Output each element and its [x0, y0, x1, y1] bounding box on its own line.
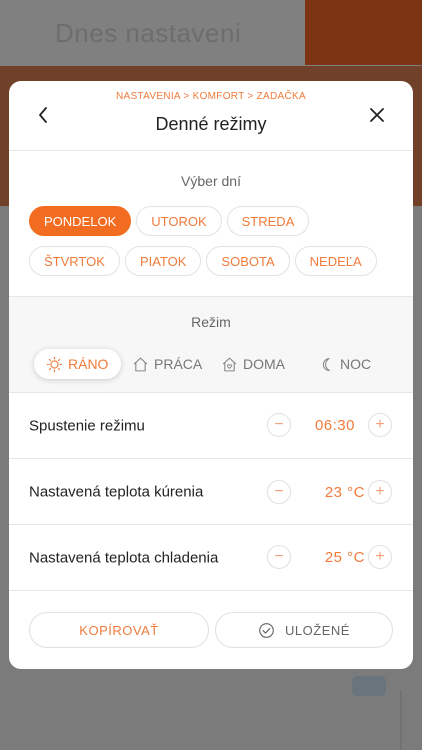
background-accent-block [305, 0, 422, 65]
heating-temperature-increment-button[interactable]: + [368, 480, 392, 504]
plus-icon: + [375, 548, 385, 565]
plus-icon: + [375, 483, 385, 500]
plus-icon: + [375, 416, 385, 433]
day-chips: PONDELOK UTOROK STREDA ŠTVRTOK PIATOK SO… [29, 206, 399, 276]
dialog-header: NASTAVENIA > KOMFORT > ZADAČKA Denné rež… [9, 81, 413, 151]
heating-temperature-decrement-button[interactable]: − [267, 480, 291, 504]
minus-icon: − [274, 548, 284, 565]
day-chip-sunday[interactable]: NEDEĽA [294, 246, 377, 276]
cooling-temperature-decrement-button[interactable]: − [267, 545, 291, 569]
close-icon [370, 108, 384, 122]
copy-button[interactable]: KOPÍROVAŤ [29, 612, 209, 648]
background-indicator [352, 676, 386, 696]
saved-button[interactable]: ULOŽENÉ [215, 612, 393, 648]
mode-tab-home[interactable]: DOMA [221, 349, 285, 379]
heating-temperature-label: Nastavená teplota kúrenia [29, 483, 204, 500]
day-chip-thursday[interactable]: ŠTVRTOK [29, 246, 120, 276]
cooling-temperature-value: 25 °C [324, 549, 365, 566]
mode-start-value: 06:30 [314, 417, 355, 434]
mode-tab-work[interactable]: PRÁCA [132, 349, 202, 379]
mode-tab-morning-label: RÁNO [68, 356, 109, 372]
mode-start-row: Spustenie režimu − 06:30 + [9, 393, 413, 459]
day-chip-wednesday[interactable]: STREDA [226, 206, 310, 236]
heating-temperature-value: 23 °C [324, 484, 365, 501]
cooling-temperature-label: Nastavená teplota chladenia [29, 549, 219, 566]
mode-tab-night-label: NOC [340, 356, 372, 372]
daily-modes-dialog: NASTAVENIA > KOMFORT > ZADAČKA Denné rež… [9, 81, 413, 669]
mode-tab-night[interactable]: NOC [319, 349, 371, 379]
sun-icon [46, 356, 63, 372]
close-button[interactable] [365, 103, 389, 127]
home-heart-icon [222, 357, 237, 371]
breadcrumb: NASTAVENIA > KOMFORT > ZADAČKA [116, 91, 306, 102]
mode-start-label: Spustenie režimu [29, 417, 145, 434]
mode-start-increment-button[interactable]: + [368, 413, 392, 437]
mode-tab-work-label: PRÁCA [154, 356, 203, 372]
saved-button-label: ULOŽENÉ [285, 622, 350, 638]
minus-icon: − [274, 483, 284, 500]
dialog-footer: KOPÍROVAŤ ULOŽENÉ [9, 591, 413, 669]
mode-tab-morning[interactable]: RÁNO [34, 349, 122, 379]
cooling-temperature-increment-button[interactable]: + [368, 545, 392, 569]
mode-start-decrement-button[interactable]: − [267, 413, 291, 437]
day-chip-monday[interactable]: PONDELOK [29, 206, 132, 236]
house-icon [133, 357, 148, 371]
day-chip-friday[interactable]: PIATOK [124, 246, 202, 276]
day-chip-saturday[interactable]: SOBOTA [206, 246, 290, 276]
cooling-temperature-row: Nastavená teplota chladenia − 25 °C + [9, 525, 413, 591]
minus-icon: − [274, 416, 284, 433]
day-chip-tuesday[interactable]: UTOROK [136, 206, 222, 236]
day-selection-label: Výber dní [181, 173, 241, 189]
dialog-title: Denné režimy [155, 114, 267, 134]
mode-tab-home-label: DOMA [243, 356, 285, 372]
mode-section: Režim RÁNO PRÁCA DOMA NOC [9, 297, 413, 393]
background-divider [400, 690, 402, 750]
mode-label: Režim [191, 314, 231, 330]
moon-icon [322, 357, 330, 371]
heating-temperature-row: Nastavená teplota kúrenia − 23 °C + [9, 459, 413, 525]
background-title: Dnes nastaveni [55, 18, 242, 48]
check-circle-icon [259, 622, 274, 638]
day-selection-section: Výber dní PONDELOK UTOROK STREDA ŠTVRTOK… [9, 151, 413, 297]
